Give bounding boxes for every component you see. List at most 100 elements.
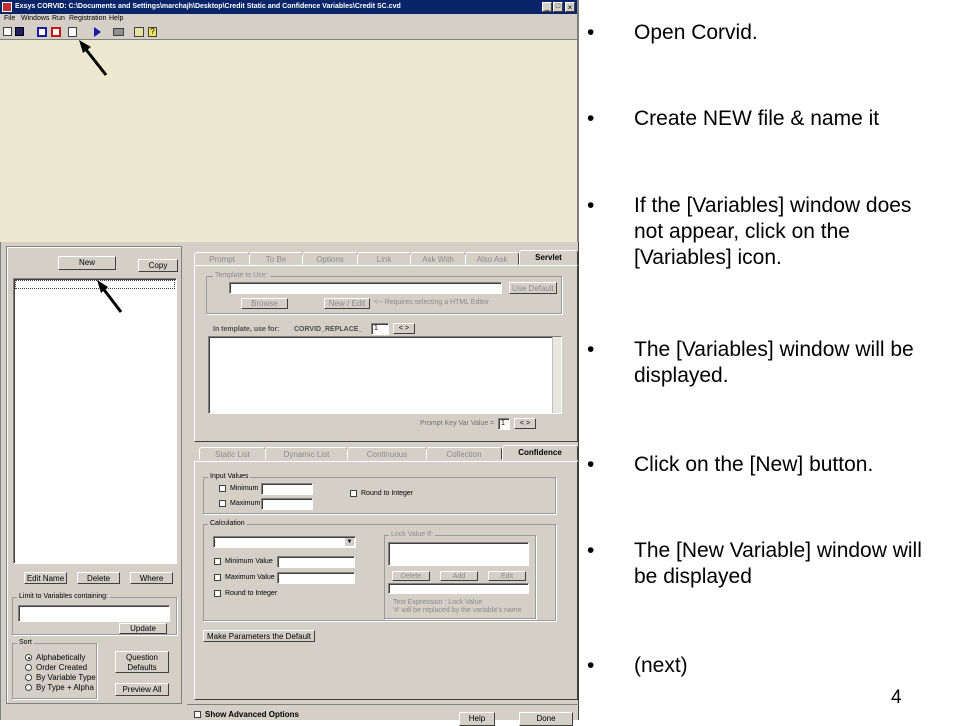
minimum-value-checkbox[interactable]: Minimum Value <box>214 557 273 567</box>
replace-index-spinner[interactable]: < > <box>393 323 415 334</box>
bottom-tab-strip: Static List Dynamic List Continuous Coll… <box>194 445 578 462</box>
maximize-button[interactable]: □ <box>553 2 563 12</box>
requires-editor-note: <-- Requires selecting a HTML Editor <box>374 299 490 306</box>
calculation-dropdown[interactable]: ▼ <box>213 536 356 548</box>
instruction-text: If the [Variables] window does not appea… <box>634 194 912 269</box>
help-icon[interactable]: ? <box>148 27 157 37</box>
menu-windows[interactable]: Windows <box>21 14 49 24</box>
top-tab-strip: Prompt To Be Options Link Ask With Also … <box>194 250 578 266</box>
properties-icon[interactable] <box>134 27 144 37</box>
lock-value-label: Lock Value If: <box>389 530 435 540</box>
radio-selected-icon <box>25 654 32 662</box>
done-button[interactable]: Done <box>519 712 573 726</box>
lock-delete-button[interactable]: Delete <box>392 571 430 581</box>
arrow-to-new-button <box>97 280 123 313</box>
prompt-key-spinner[interactable]: < > <box>514 418 536 429</box>
delete-variable-button[interactable]: Delete <box>77 572 120 584</box>
bullet-marker: • <box>587 338 595 361</box>
right-arrow-icon: > <box>404 325 410 332</box>
checkbox-icon <box>194 711 201 719</box>
print-icon[interactable] <box>113 28 124 36</box>
copy-button[interactable]: Copy <box>138 259 178 272</box>
make-default-button[interactable]: Make Parameters the Default <box>203 630 315 642</box>
lock-value-list[interactable] <box>388 542 529 566</box>
instruction-text: Open Corvid. <box>634 21 758 44</box>
close-button[interactable]: × <box>565 2 575 12</box>
help-button[interactable]: Help <box>459 712 495 726</box>
checkbox-icon <box>214 573 221 581</box>
tab-also-ask[interactable]: Also Ask <box>465 252 519 265</box>
checkbox-icon <box>214 557 221 565</box>
variable-list[interactable] <box>13 278 177 564</box>
variables-window: New Copy Edit Name Delete Where Limit to… <box>0 242 579 726</box>
instruction-text: (next) <box>634 654 688 677</box>
edit-name-button[interactable]: Edit Name <box>24 572 67 584</box>
sort-option-type-alpha[interactable]: By Type + Alpha <box>25 683 94 693</box>
save-icon[interactable] <box>15 27 24 36</box>
corvid-main-window: Exsys CORVID: C:\Documents and Settings\… <box>0 0 579 242</box>
limit-input[interactable] <box>18 605 170 622</box>
question-defaults-button[interactable]: Question Defaults <box>115 651 169 673</box>
minimize-button[interactable]: _ <box>542 2 552 12</box>
menu-run[interactable]: Run <box>52 14 65 24</box>
template-input[interactable] <box>229 282 502 294</box>
tab-confidence[interactable]: Confidence <box>502 445 578 460</box>
run-icon[interactable] <box>94 27 101 37</box>
logic-block-icon[interactable] <box>51 27 61 37</box>
servlet-text-area[interactable] <box>208 336 562 414</box>
maximum-input[interactable] <box>261 498 313 510</box>
lock-expression-input[interactable] <box>388 583 529 594</box>
bullet-marker: • <box>587 539 595 562</box>
round-integer-checkbox[interactable]: Round to Integer <box>350 489 413 499</box>
replaced-note: '#' will be replaced by the variable's n… <box>393 607 522 614</box>
left-arrow-icon: < <box>398 325 404 332</box>
sort-option-alphabetically[interactable]: Alphabetically <box>25 653 85 663</box>
maximum-value-checkbox[interactable]: Maximum Value <box>214 573 275 583</box>
calc-round-checkbox[interactable]: Round to Integer <box>214 589 277 599</box>
browse-button[interactable]: Browse <box>241 298 288 309</box>
prompt-key-field[interactable]: 1 <box>498 418 510 430</box>
tab-ask-with[interactable]: Ask With <box>410 252 466 265</box>
minimum-input[interactable] <box>261 483 313 495</box>
variables-icon[interactable] <box>37 27 47 37</box>
bullet-marker: • <box>587 453 595 476</box>
menu-help[interactable]: Help <box>109 14 123 24</box>
new-edit-button[interactable]: New / Edit <box>324 298 370 309</box>
template-label: Template to Use: <box>213 271 270 281</box>
new-file-icon[interactable] <box>3 27 12 36</box>
tab-static-list[interactable]: Static List <box>199 447 266 460</box>
sort-option-order-created[interactable]: Order Created <box>25 663 87 673</box>
new-variable-button[interactable]: New <box>58 256 116 270</box>
menu-file[interactable]: File <box>4 14 15 24</box>
tab-servlet[interactable]: Servlet <box>519 250 578 265</box>
tab-collection[interactable]: Collection <box>426 447 502 460</box>
servlet-scrollbar[interactable] <box>552 337 561 413</box>
lock-edit-button[interactable]: Edit <box>488 571 526 581</box>
tab-options[interactable]: Options <box>302 252 358 265</box>
preview-all-button[interactable]: Preview All <box>115 683 169 696</box>
list-icon[interactable] <box>68 27 77 37</box>
arrow-to-variables-icon <box>79 40 108 76</box>
show-advanced-checkbox[interactable]: Show Advanced Options <box>194 710 299 720</box>
tab-to-be[interactable]: To Be <box>249 252 303 265</box>
maximum-value-input[interactable] <box>277 572 355 584</box>
tab-link[interactable]: Link <box>357 252 411 265</box>
bullet-marker: • <box>587 21 595 44</box>
chevron-down-icon: ▼ <box>345 538 354 546</box>
maximum-checkbox[interactable]: Maximum <box>219 499 260 509</box>
window-title: Exsys CORVID: C:\Documents and Settings\… <box>15 3 401 10</box>
minimum-value-input[interactable] <box>277 556 355 568</box>
update-button[interactable]: Update <box>119 623 167 634</box>
tab-dynamic-list[interactable]: Dynamic List <box>265 447 348 460</box>
use-default-button[interactable]: Use Default <box>509 282 557 294</box>
replace-index-field[interactable]: 1 <box>371 323 389 335</box>
lock-add-button[interactable]: Add <box>440 571 478 581</box>
tab-continuous[interactable]: Continuous <box>347 447 427 460</box>
tab-prompt[interactable]: Prompt <box>194 252 250 265</box>
menu-registration[interactable]: Registration <box>69 14 106 24</box>
minimum-checkbox[interactable]: Minimum <box>219 484 258 494</box>
title-bar: Exsys CORVID: C:\Documents and Settings\… <box>0 0 577 14</box>
input-values-label: Input Values <box>208 472 251 482</box>
sort-option-variable-type[interactable]: By Variable Type <box>25 673 96 683</box>
where-button[interactable]: Where <box>130 572 173 584</box>
